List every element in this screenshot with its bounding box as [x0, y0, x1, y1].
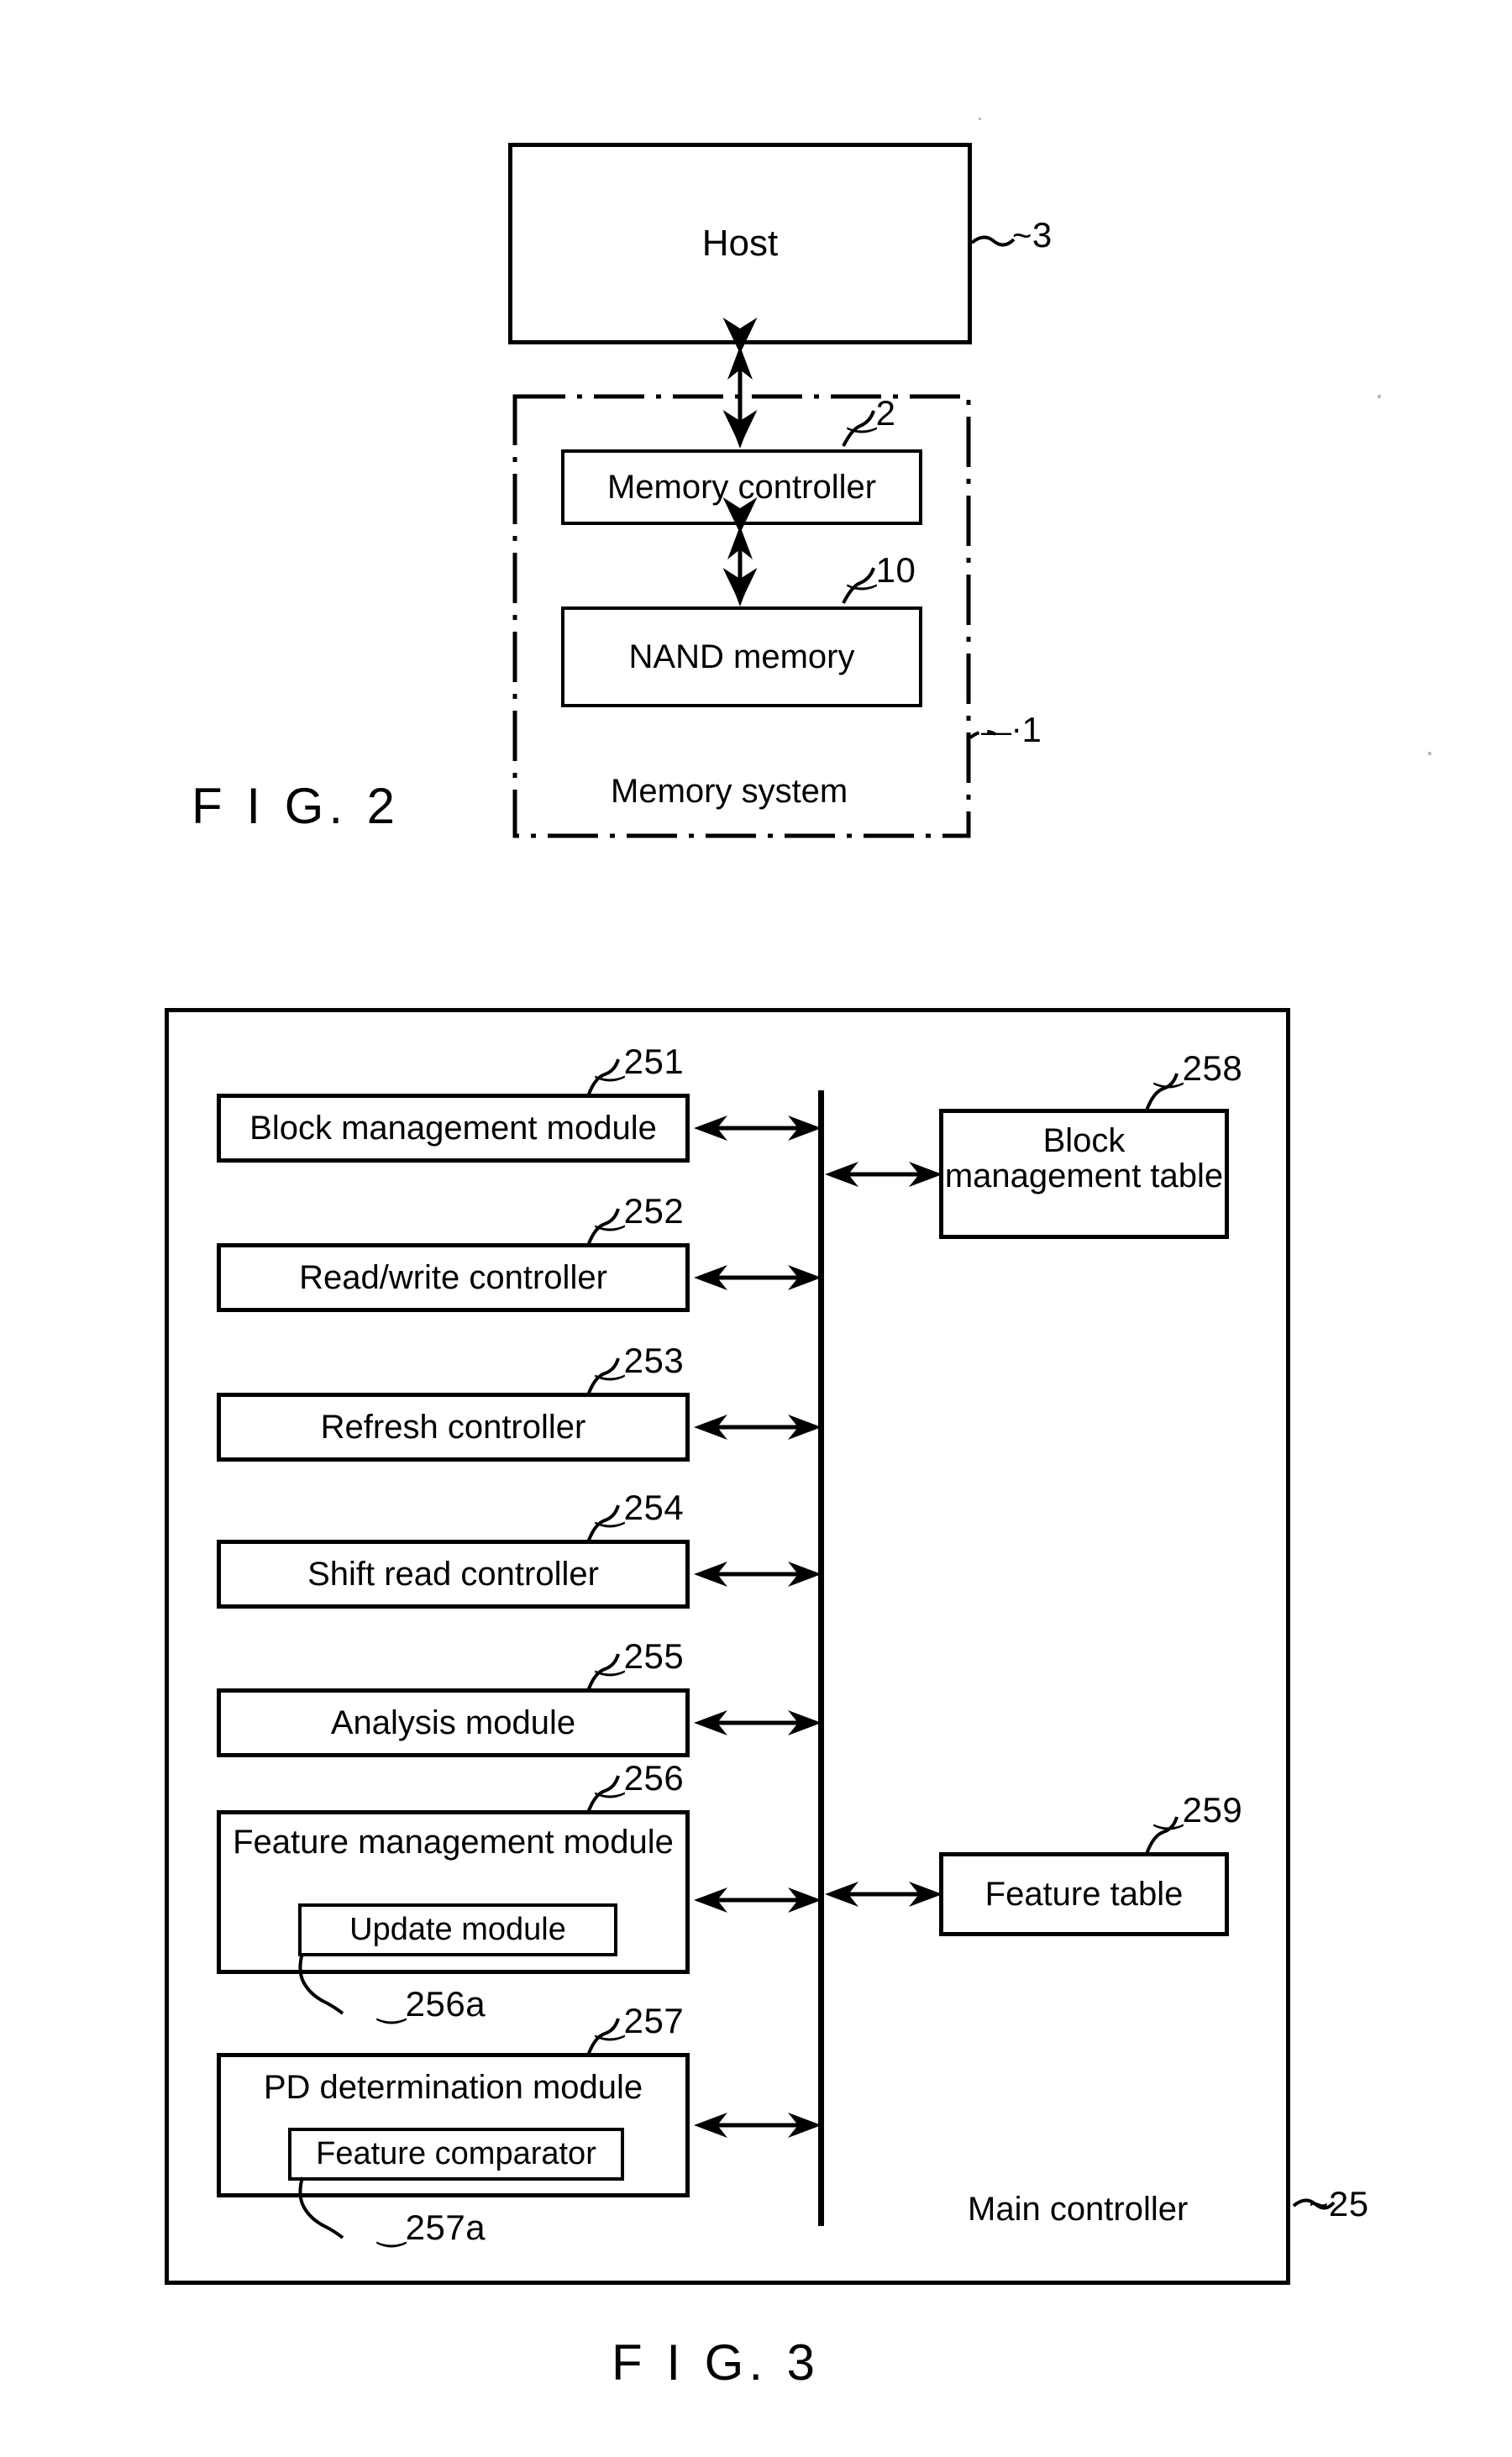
reference-numeral-257: ‿257: [596, 2001, 685, 2040]
refresh-controller-module: Refresh controller: [217, 1393, 690, 1462]
reference-numeral-3: ~3: [1012, 215, 1053, 255]
analysis-module-label: Analysis module: [330, 1704, 576, 1741]
reference-numeral-10: ‿10: [848, 550, 916, 590]
shift-read-controller-label: Shift read controller: [307, 1555, 599, 1593]
reference-numeral-258: ‿258: [1155, 1048, 1243, 1088]
patent-drawing-sheet: Host ~3 Memory controller ‿2 NAND memory…: [0, 0, 1512, 2457]
memory-system-label: Memory system: [611, 773, 848, 810]
feature-management-module-label: Feature management module: [233, 1824, 674, 1861]
read-write-controller-label: Read/write controller: [299, 1258, 607, 1296]
block-management-table-label: Block management table: [944, 1122, 1224, 1194]
reference-numeral-256: ‿256: [596, 1758, 685, 1798]
reference-numeral-257a: ‿257a: [378, 2208, 486, 2247]
memory-controller-block: Memory controller: [561, 449, 922, 525]
reference-numeral-1: —‧1: [981, 710, 1042, 749]
feature-comparator: Feature comparator: [288, 2128, 624, 2181]
reference-numeral-253: ‿253: [596, 1341, 685, 1380]
block-management-table: Block management table: [939, 1109, 1229, 1239]
main-controller-label: Main controller: [968, 2191, 1189, 2228]
reference-numeral-255: ‿255: [596, 1636, 685, 1676]
feature-table: Feature table: [939, 1852, 1229, 1936]
internal-bus-line: [818, 1090, 824, 2226]
read-write-controller-module: Read/write controller: [217, 1243, 690, 1312]
memory-controller-label: Memory controller: [606, 468, 877, 506]
nand-memory-block: NAND memory: [561, 606, 922, 707]
reference-numeral-254: ‿254: [596, 1488, 685, 1527]
refresh-controller-label: Refresh controller: [320, 1408, 586, 1446]
feature-comparator-label: Feature comparator: [316, 2136, 596, 2172]
block-management-module-label: Block management module: [249, 1109, 657, 1147]
shift-read-controller-module: Shift read controller: [217, 1540, 690, 1609]
feature-management-module: Feature management module Update module: [217, 1810, 690, 1974]
scan-speckle: [1378, 395, 1381, 398]
feature-table-label: Feature table: [984, 1875, 1184, 1913]
scan-speckle: [979, 118, 981, 120]
update-module-label: Update module: [349, 1912, 566, 1948]
block-management-module: Block management module: [217, 1094, 690, 1163]
scan-speckle: [1428, 752, 1431, 755]
update-module: Update module: [298, 1903, 617, 1956]
reference-numeral-252: ‿252: [596, 1191, 685, 1231]
figure-2-caption: F I G. 2: [192, 778, 401, 834]
reference-numeral-259: ‿259: [1155, 1790, 1243, 1830]
host-block: Host: [508, 143, 972, 344]
figure-3-caption: F I G. 3: [612, 2334, 821, 2391]
reference-numeral-25: ~25: [1309, 2184, 1369, 2223]
pd-determination-module-label: PD determination module: [263, 2069, 643, 2106]
reference-numeral-251: ‿251: [596, 1042, 685, 1081]
pd-determination-module: PD determination module Feature comparat…: [217, 2053, 690, 2197]
reference-numeral-256a: ‿256a: [378, 1984, 486, 2024]
reference-numeral-2: ‿2: [848, 393, 896, 433]
nand-memory-label: NAND memory: [628, 638, 855, 675]
host-label: Host: [701, 223, 779, 265]
leader-3: [970, 235, 1016, 247]
analysis-module: Analysis module: [217, 1688, 690, 1757]
